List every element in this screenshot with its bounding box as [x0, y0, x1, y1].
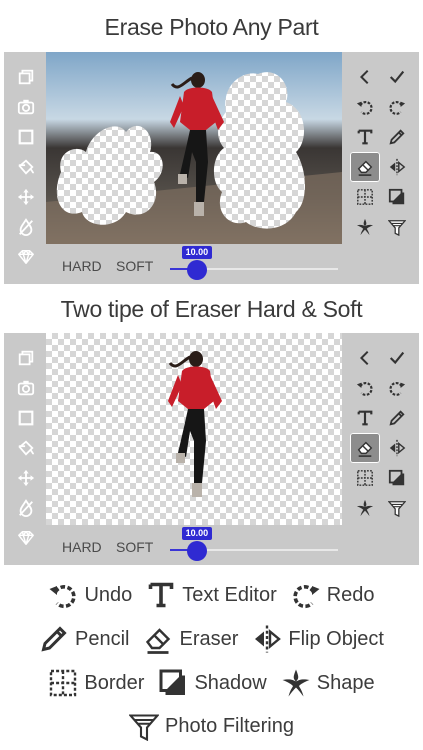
eraser-icon[interactable] — [350, 152, 380, 182]
shadow-icon[interactable] — [382, 182, 412, 212]
legend-pencil-label: Pencil — [75, 627, 130, 650]
partially-erased-photo — [46, 52, 342, 244]
square-icon[interactable] — [11, 122, 41, 152]
text-icon[interactable] — [350, 403, 380, 433]
eraser-icon — [143, 624, 173, 654]
legend-eraser: Eraser — [143, 624, 238, 654]
no-color-icon[interactable] — [11, 212, 41, 242]
slider-value-bubble: 10.00 — [181, 246, 212, 259]
left-toolbar — [11, 343, 41, 553]
slider-value-bubble: 10.00 — [181, 527, 212, 540]
filter-icon[interactable] — [382, 493, 412, 523]
legend-text-editor: Text Editor — [146, 580, 277, 610]
shadow-icon[interactable] — [382, 463, 412, 493]
border-icon[interactable] — [350, 182, 380, 212]
hard-option[interactable]: HARD — [62, 258, 102, 274]
layers-icon[interactable] — [11, 343, 41, 373]
legend-border-label: Border — [84, 671, 145, 694]
text-icon[interactable] — [350, 122, 380, 152]
flip-icon — [252, 624, 282, 654]
legend-row-3: Border Shadow Shape — [0, 668, 423, 698]
shape-icon[interactable] — [350, 493, 380, 523]
eraser-options-bar: HARD SOFT 10.00 — [4, 244, 419, 284]
redo-icon[interactable] — [382, 92, 412, 122]
legend-redo-label: Redo — [326, 583, 375, 606]
paint-bucket-icon[interactable] — [11, 433, 41, 463]
editor-panel-bottom: HARD SOFT 10.00 — [4, 333, 419, 565]
legend-undo-label: Undo — [84, 583, 133, 606]
legend-row-4: Photo Filtering — [0, 711, 423, 741]
no-color-icon[interactable] — [11, 493, 41, 523]
photo-canvas[interactable] — [46, 333, 342, 525]
check-icon[interactable] — [382, 343, 412, 373]
soft-option[interactable]: SOFT — [116, 258, 153, 274]
filter-icon — [129, 711, 159, 741]
legend-row-1: Undo Text Editor Redo — [0, 580, 423, 610]
legend-eraser-label: Eraser — [179, 627, 239, 650]
legend-shadow: Shadow — [158, 668, 267, 698]
legend-shape-label: Shape — [316, 671, 375, 694]
legend-redo: Redo — [291, 580, 375, 610]
back-icon[interactable] — [350, 343, 380, 373]
paint-bucket-icon[interactable] — [11, 152, 41, 182]
legend-flip-object: Flip Object — [252, 624, 384, 654]
right-toolbar — [350, 343, 412, 523]
check-icon[interactable] — [382, 62, 412, 92]
legend-border: Border — [48, 668, 144, 698]
hard-option[interactable]: HARD — [62, 539, 102, 555]
heading-erase-photo: Erase Photo Any Part — [104, 14, 319, 40]
camera-icon[interactable] — [11, 92, 41, 122]
cutout-runner — [168, 351, 222, 497]
shadow-icon — [158, 668, 188, 698]
heading-eraser-types: Two tipe of Eraser Hard & Soft — [60, 296, 363, 322]
legend-undo: Undo — [48, 580, 132, 610]
border-icon[interactable] — [350, 463, 380, 493]
shape-icon — [281, 668, 311, 698]
undo-icon[interactable] — [350, 373, 380, 403]
move-icon[interactable] — [11, 463, 41, 493]
photo-canvas[interactable] — [46, 52, 342, 244]
text-icon — [146, 580, 176, 610]
editor-panel-top: HARD SOFT 10.00 — [4, 52, 419, 284]
filter-icon[interactable] — [382, 212, 412, 242]
legend-photo-filtering-label: Photo Filtering — [165, 714, 294, 737]
pencil-icon[interactable] — [382, 122, 412, 152]
right-toolbar — [350, 62, 412, 242]
legend-shadow-label: Shadow — [194, 671, 267, 694]
pencil-icon — [39, 624, 69, 654]
back-icon[interactable] — [350, 62, 380, 92]
slider-knob[interactable] — [186, 541, 207, 561]
border-icon — [48, 668, 78, 698]
undo-icon[interactable] — [350, 92, 380, 122]
eraser-options-bar: HARD SOFT 10.00 — [4, 525, 419, 565]
left-toolbar — [11, 62, 41, 272]
legend-pencil: Pencil — [39, 624, 129, 654]
square-icon[interactable] — [11, 403, 41, 433]
legend-flip-object-label: Flip Object — [288, 627, 384, 650]
pencil-icon[interactable] — [382, 403, 412, 433]
soft-option[interactable]: SOFT — [116, 539, 153, 555]
slider-knob[interactable] — [186, 260, 207, 280]
redo-icon[interactable] — [382, 373, 412, 403]
legend-photo-filtering: Photo Filtering — [129, 711, 294, 741]
undo-icon — [48, 580, 78, 610]
legend-text-editor-label: Text Editor — [182, 583, 277, 606]
shape-icon[interactable] — [350, 212, 380, 242]
redo-icon — [291, 580, 321, 610]
flip-icon[interactable] — [382, 152, 412, 182]
camera-icon[interactable] — [11, 373, 41, 403]
legend-shape: Shape — [281, 668, 375, 698]
eraser-icon[interactable] — [350, 433, 380, 463]
move-icon[interactable] — [11, 182, 41, 212]
legend-row-2: Pencil Eraser Flip Object — [0, 624, 423, 654]
layers-icon[interactable] — [11, 62, 41, 92]
flip-icon[interactable] — [382, 433, 412, 463]
